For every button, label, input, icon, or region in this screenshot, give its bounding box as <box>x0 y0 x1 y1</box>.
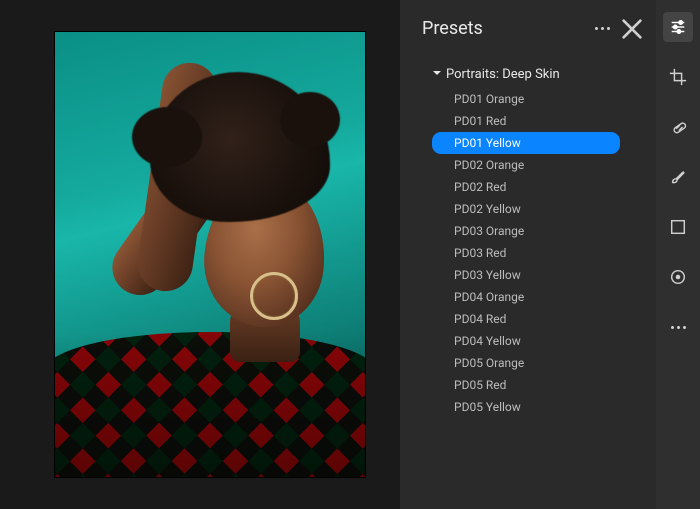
preset-item[interactable]: PD03 Orange <box>432 220 620 242</box>
more-icon[interactable] <box>663 312 693 342</box>
preset-item[interactable]: PD05 Orange <box>432 352 620 374</box>
edit-sliders-icon[interactable] <box>663 12 693 42</box>
chevron-down-icon <box>432 67 442 82</box>
preset-group-label: Portraits: Deep Skin <box>446 67 560 82</box>
linear-grad-icon[interactable] <box>663 212 693 242</box>
preset-item[interactable]: PD03 Red <box>432 242 620 264</box>
healing-icon[interactable] <box>663 112 693 142</box>
preset-item[interactable]: PD04 Yellow <box>432 330 620 352</box>
preset-item[interactable]: PD03 Yellow <box>432 264 620 286</box>
preset-item[interactable]: PD05 Red <box>432 374 620 396</box>
preset-item[interactable]: PD02 Red <box>432 176 620 198</box>
radial-grad-icon[interactable] <box>663 262 693 292</box>
preset-item[interactable]: PD02 Orange <box>432 154 620 176</box>
preset-item[interactable]: PD01 Red <box>432 110 620 132</box>
image-preview-area <box>0 0 400 509</box>
panel-more-icon[interactable] <box>592 19 612 39</box>
presets-panel: Presets Portraits: Deep Skin PD01 Orange… <box>400 0 700 509</box>
brush-icon[interactable] <box>663 162 693 192</box>
tool-strip <box>656 0 700 509</box>
preset-item[interactable]: PD02 Yellow <box>432 198 620 220</box>
crop-icon[interactable] <box>663 62 693 92</box>
panel-close-icon[interactable] <box>622 19 642 39</box>
preset-list: PD01 OrangePD01 RedPD01 YellowPD02 Orang… <box>422 88 652 418</box>
preset-item[interactable]: PD01 Yellow <box>432 132 620 154</box>
preset-item[interactable]: PD04 Red <box>432 308 620 330</box>
preset-item[interactable]: PD04 Orange <box>432 286 620 308</box>
panel-title: Presets <box>422 18 582 39</box>
photo-preview[interactable] <box>55 32 365 477</box>
preset-item[interactable]: PD01 Orange <box>432 88 620 110</box>
preset-group-header[interactable]: Portraits: Deep Skin <box>422 63 652 88</box>
preset-item[interactable]: PD05 Yellow <box>432 396 620 418</box>
